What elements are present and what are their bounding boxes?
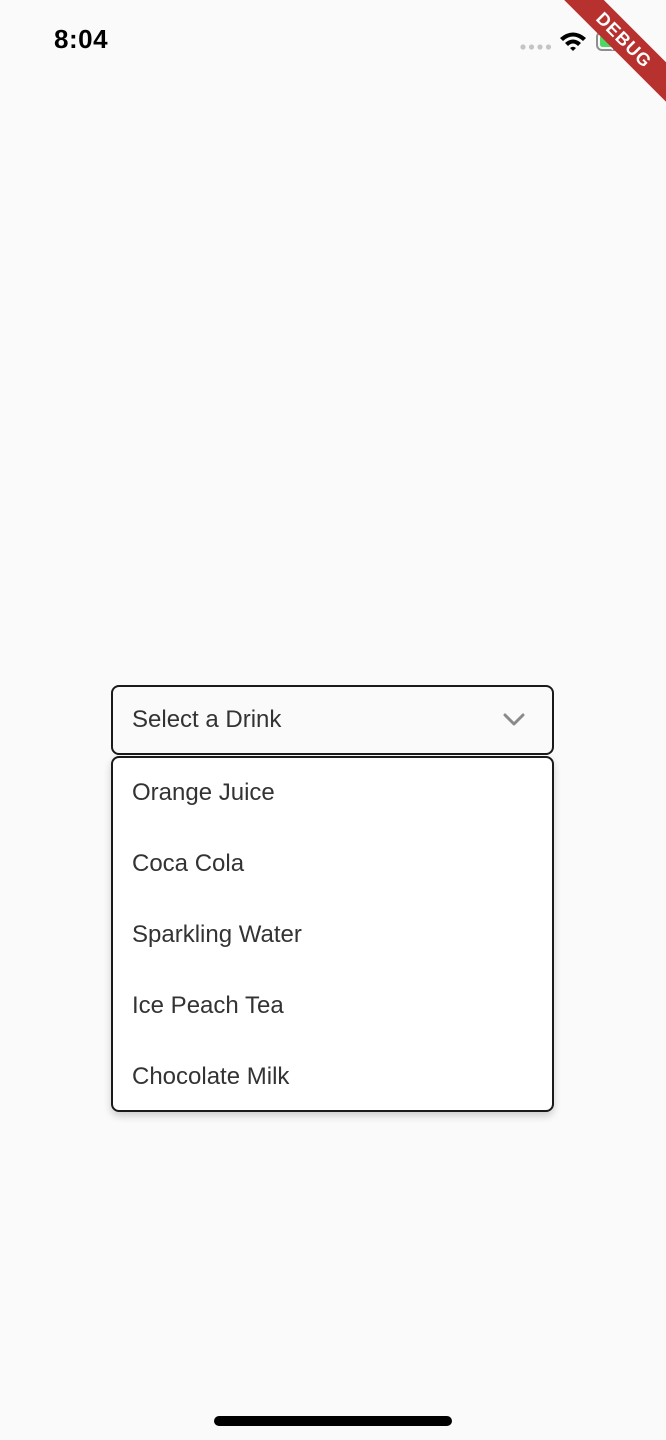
dropdown-label: Select a Drink	[132, 706, 282, 733]
home-indicator[interactable]	[214, 1416, 452, 1426]
wifi-icon	[560, 32, 586, 51]
menu-item-sparkling-water[interactable]: Sparkling Water	[113, 899, 552, 970]
signal-dots-icon	[520, 44, 552, 50]
drink-dropdown-menu: Orange Juice Coca Cola Sparkling Water I…	[111, 756, 554, 1112]
drink-dropdown-button[interactable]: Select a Drink	[111, 685, 554, 755]
menu-item-ice-peach-tea[interactable]: Ice Peach Tea	[113, 970, 552, 1041]
status-bar: 8:04	[0, 0, 666, 80]
status-time: 8:04	[54, 24, 109, 54]
drink-options-list: Orange Juice Coca Cola Sparkling Water I…	[113, 758, 552, 1112]
menu-item-orange-juice[interactable]: Orange Juice	[113, 758, 552, 828]
menu-item-chocolate-milk[interactable]: Chocolate Milk	[113, 1041, 552, 1112]
menu-item-coca-cola[interactable]: Coca Cola	[113, 828, 552, 899]
battery-charging-icon	[596, 31, 635, 51]
chevron-down-icon	[503, 713, 525, 726]
